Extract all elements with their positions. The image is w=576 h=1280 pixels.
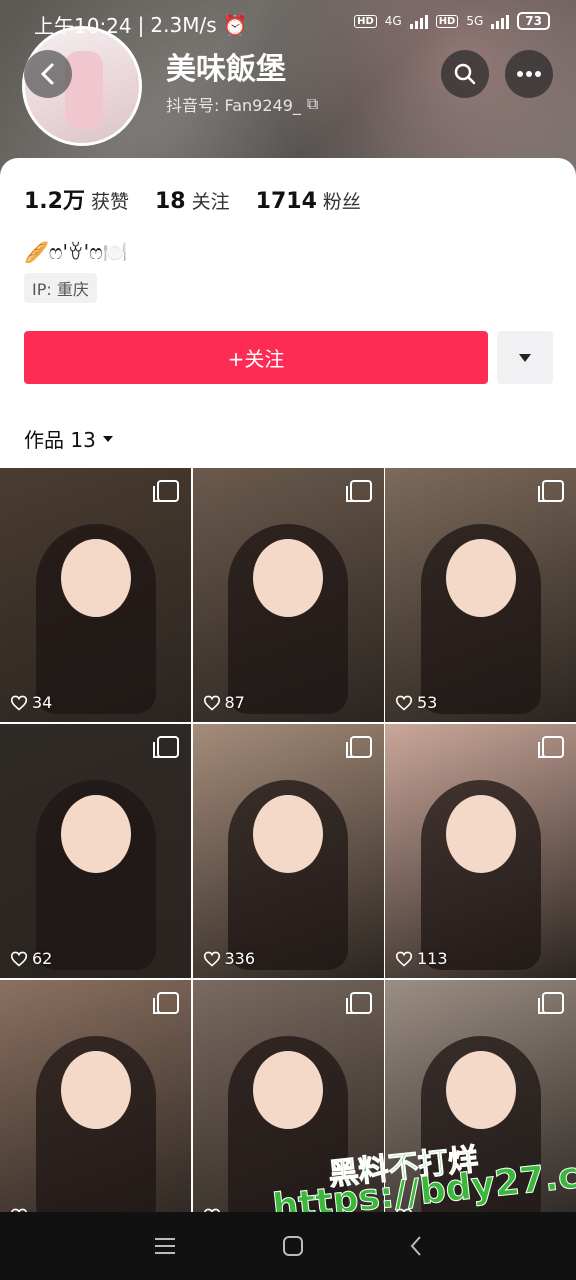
status-time: 上午10:24 [34,14,132,38]
net-label-1: 4G [384,14,402,28]
like-count: 113 [395,949,448,968]
signal-icon-2 [491,13,510,29]
video-thumbnail[interactable]: 34 [0,468,191,722]
heart-icon [10,695,28,711]
thumbnail-face [60,795,131,874]
thumbnail-face [253,539,323,618]
heart-icon [395,951,413,967]
video-thumbnail[interactable] [0,980,191,1234]
video-thumbnail[interactable]: 87 [192,468,384,722]
tab-works[interactable]: 作品 13 [24,424,114,453]
multi-image-icon [345,736,372,758]
like-count: 336 [203,949,255,968]
thumbnail-face [445,795,516,874]
status-speed: 2.3M/s [150,12,217,37]
home-icon[interactable] [282,1235,304,1257]
multi-image-icon [153,480,179,502]
multi-image-icon [538,480,564,502]
follow-button[interactable]: +关注 [24,331,488,384]
video-thumbnail[interactable]: 53 [385,468,576,722]
video-thumbnail[interactable]: 113 [385,724,576,978]
heart-icon [203,951,220,967]
menu-icon[interactable] [153,1236,177,1256]
heart-icon [10,951,28,967]
recommend-dropdown-button[interactable] [497,331,553,384]
stat-following[interactable]: 18 关注 [155,187,230,214]
profile-bio: 🥖ෆ'ꈊ'ෆ🍽️ [24,240,128,264]
battery-icon: 73 [517,12,550,30]
stat-followers[interactable]: 1714 粉丝 [256,187,361,214]
heart-icon [203,695,220,711]
back-button[interactable] [24,50,72,98]
thumbnail-face [445,539,516,618]
profile-name: 美味飯堡 [166,52,286,87]
like-count: 87 [203,693,245,712]
hd-icon: HD [354,14,377,28]
heart-icon [395,695,413,711]
more-options-button[interactable] [505,50,553,98]
video-thumbnail[interactable]: 336 [192,724,384,978]
multi-image-icon [538,736,564,758]
multi-image-icon [345,480,372,502]
like-count: 62 [10,949,52,968]
profile-page: 上午10:24 | 2.3M/s ⏰ HD 4G HD 5G 73 美味飯堡 抖… [0,0,576,1280]
signal-icon [409,13,428,29]
net-label-2: 5G [466,14,484,28]
thumbnail-face [445,1051,516,1130]
status-bar: 上午10:24 | 2.3M/s ⏰ HD 4G HD 5G 73 [0,0,576,44]
chevron-left-icon [40,63,54,85]
copy-icon[interactable]: ⧉ [307,94,318,114]
multi-image-icon [153,992,179,1014]
like-count: 34 [10,693,52,712]
thumbnail-face [253,795,323,874]
multi-image-icon [345,992,372,1014]
profile-uid[interactable]: 抖音号: Fan9249_ ⧉ [166,92,318,116]
caret-down-icon [102,435,113,442]
ip-badge: IP: 重庆 [24,273,97,303]
profile-card: 1.2万 获赞 18 关注 1714 粉丝 🥖ෆ'ꈊ'ෆ🍽️ IP: 重庆 +关注 作… [0,158,576,1280]
multi-image-icon [538,992,564,1014]
video-thumbnail[interactable]: 62 [0,724,191,978]
profile-stats: 1.2万 获赞 18 关注 1714 粉丝 [24,183,361,215]
alarm-icon: ⏰ [222,12,248,37]
more-icon [517,71,541,77]
thumbnail-face [60,539,131,618]
works-grid: 34 87 53 62 336 113 [0,468,576,1234]
like-count: 53 [395,693,437,712]
system-nav-bar [0,1212,576,1280]
multi-image-icon [153,736,179,758]
caret-down-icon [519,353,531,362]
search-button[interactable] [441,50,489,98]
thumbnail-face [60,1051,131,1130]
search-icon [454,63,476,85]
hd-icon-2: HD [435,14,459,28]
thumbnail-face [253,1051,323,1130]
back-icon[interactable] [409,1235,423,1257]
stat-likes[interactable]: 1.2万 获赞 [24,183,129,215]
